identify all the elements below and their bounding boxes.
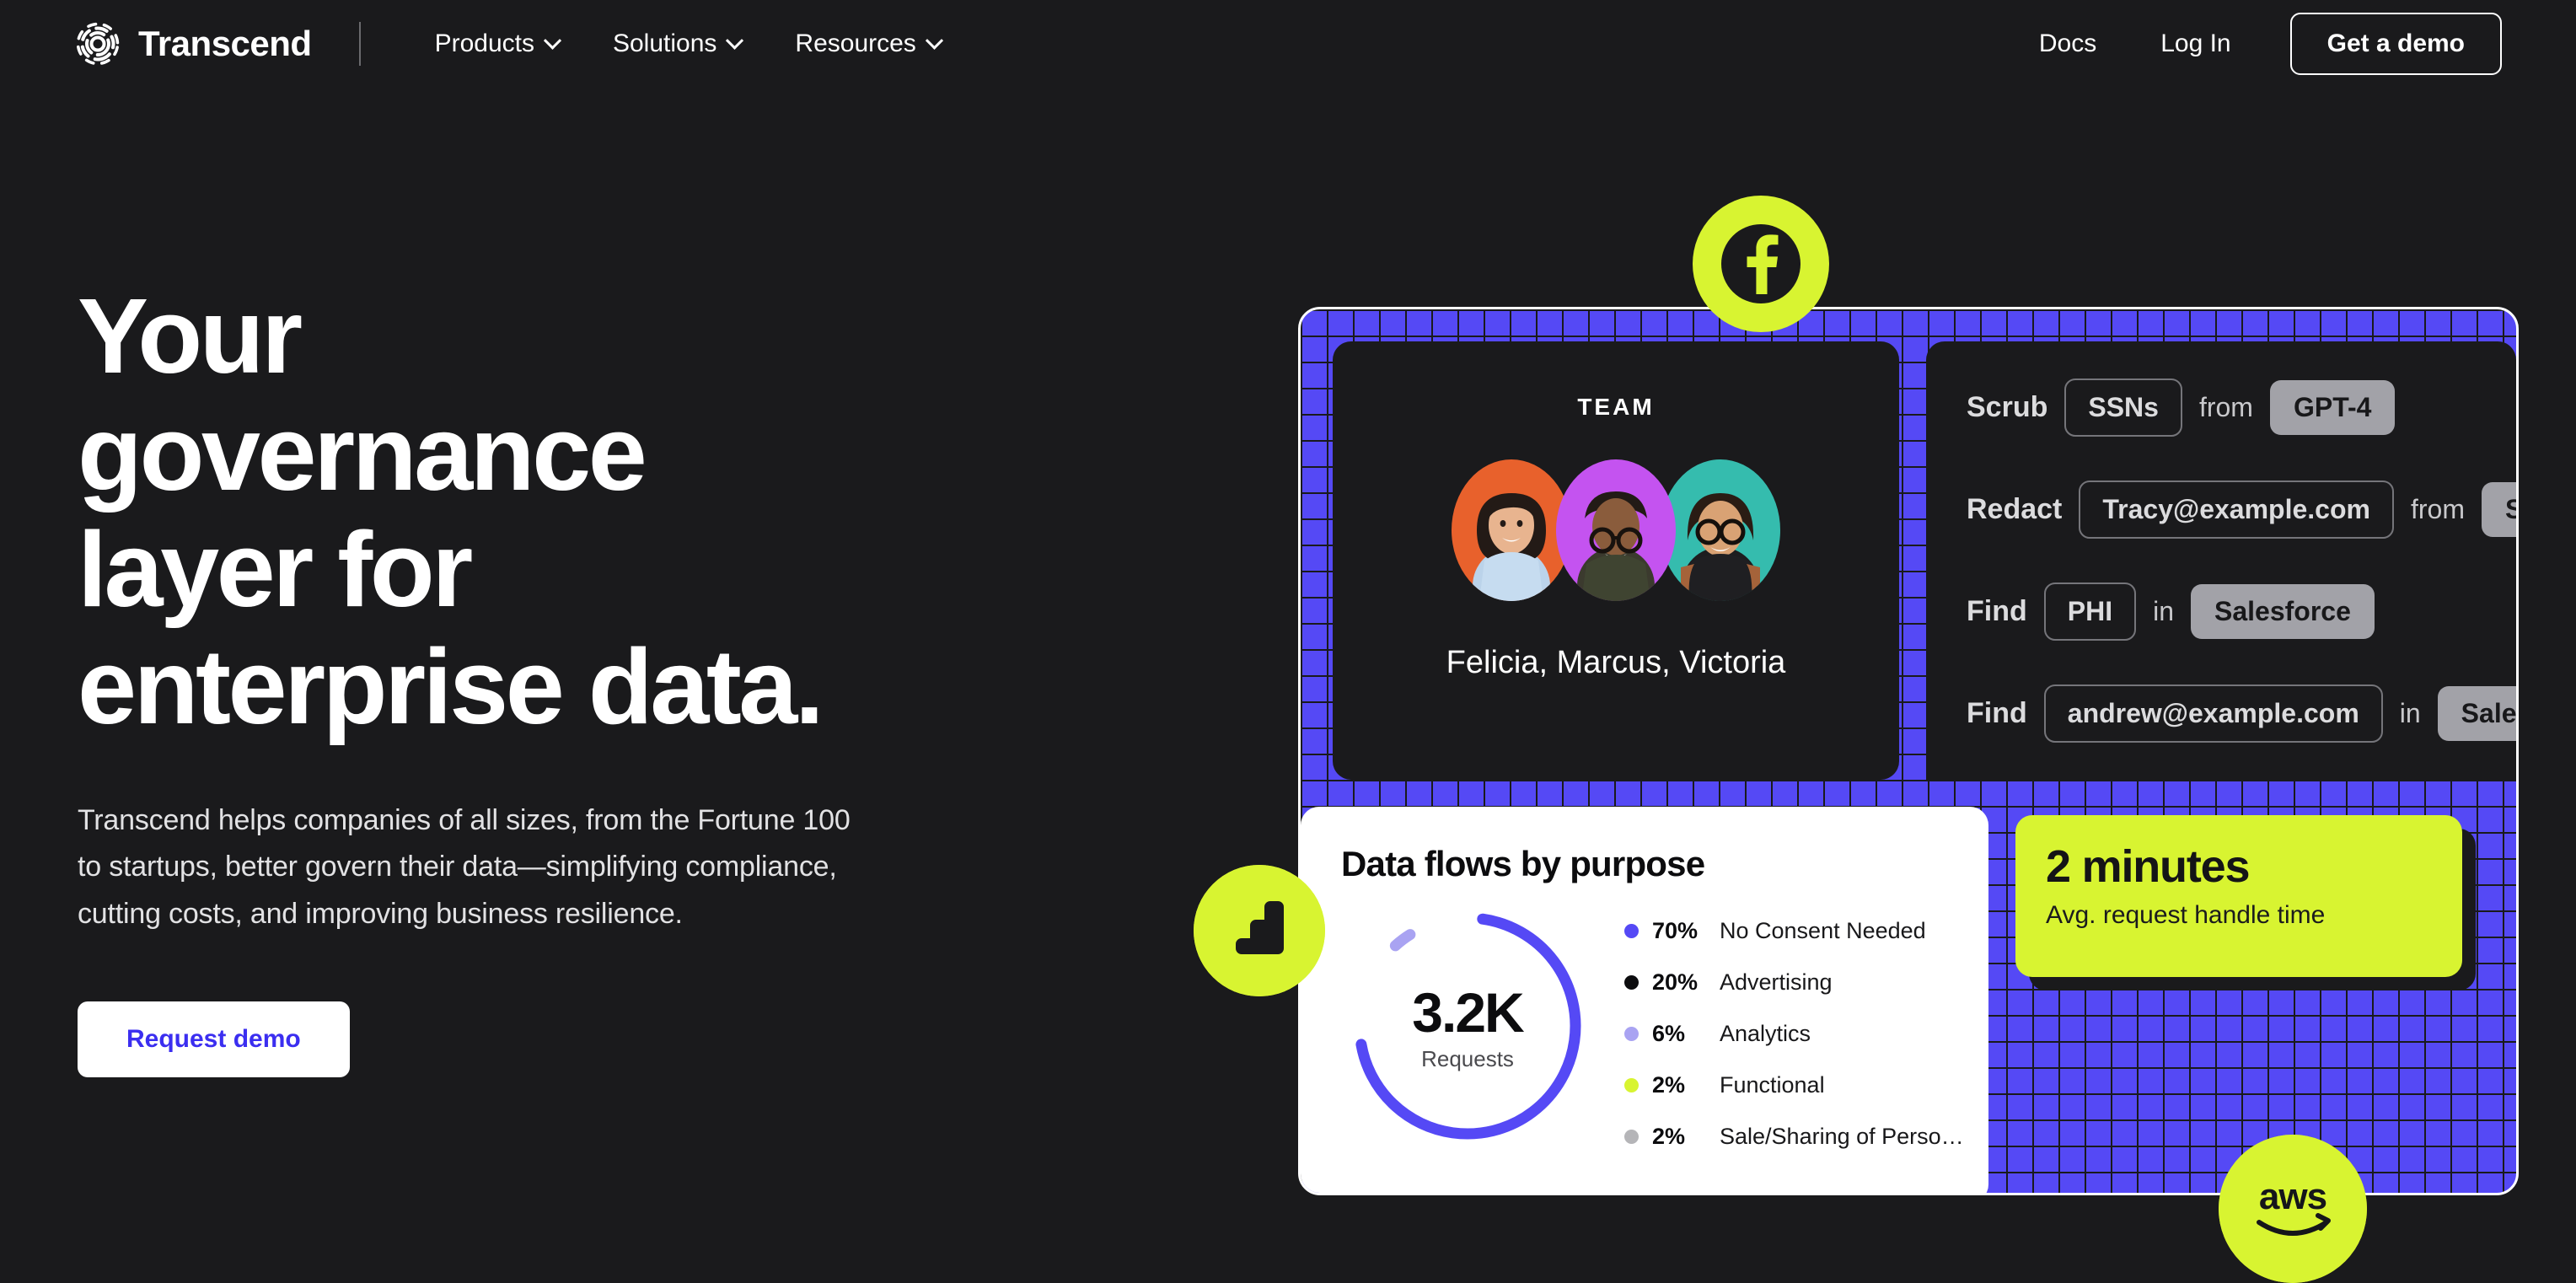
brand-name: Transcend xyxy=(138,24,312,63)
legend-value: 2% xyxy=(1652,1072,1686,1098)
avatar xyxy=(1556,459,1676,601)
chart-legend: 70% No Consent Needed 20% Advertising 6%… xyxy=(1624,918,1964,1175)
page-title: Your governance layer for enterprise dat… xyxy=(78,276,971,746)
ops-verb: Scrub xyxy=(1967,391,2048,423)
ops-preposition: in xyxy=(2399,698,2421,728)
nav-link-solutions-label: Solutions xyxy=(612,30,717,57)
nav-divider xyxy=(358,22,361,66)
ops-subject-chip[interactable]: andrew@example.com xyxy=(2043,684,2383,743)
data-flows-chart-card: Data flows by purpose 3.2K Requests 70% … xyxy=(1301,807,1988,1193)
nav-link-products[interactable]: Products xyxy=(408,21,586,67)
legend-value: 2% xyxy=(1652,1124,1686,1149)
legend-color-dot xyxy=(1624,1027,1639,1041)
ops-subject-chip[interactable]: SSNs xyxy=(2064,378,2182,437)
ops-row: Redact Tracy@example.com from Slack xyxy=(1967,480,2516,539)
ops-target-chip[interactable]: Slack xyxy=(2481,482,2516,537)
ops-subject-chip[interactable]: PHI xyxy=(2043,582,2137,641)
legend-value: 70% xyxy=(1652,918,1699,943)
nav-link-solutions[interactable]: Solutions xyxy=(586,21,768,67)
facebook-badge xyxy=(1693,196,1829,332)
ops-subject-chip[interactable]: Tracy@example.com xyxy=(2079,480,2394,539)
donut-center-label: Requests xyxy=(1421,1046,1514,1071)
legend-color-dot xyxy=(1624,1078,1639,1092)
nav-link-resources-label: Resources xyxy=(795,30,916,57)
facebook-icon xyxy=(1693,196,1829,332)
chevron-down-icon xyxy=(543,31,562,50)
product-visual-panel: TEAM Felicia, Marcus, Victoria Scrub SSN… xyxy=(1298,307,2519,1195)
donut-center-value: 3.2K xyxy=(1412,981,1524,1044)
nav-link-resources[interactable]: Resources xyxy=(768,21,967,67)
ops-preposition: from xyxy=(2198,392,2253,422)
analytics-badge xyxy=(1194,865,1325,996)
aws-icon: aws xyxy=(2219,1135,2367,1283)
bar-steps-icon xyxy=(1194,865,1325,996)
legend-color-dot xyxy=(1624,975,1639,990)
ops-verb: Find xyxy=(1967,595,2027,627)
ops-preposition: from xyxy=(2410,494,2465,524)
headline-line-3: layer for xyxy=(78,510,473,630)
stat-label: Avg. request handle time xyxy=(2046,901,2326,929)
top-navigation: Transcend Products Solutions Resources D… xyxy=(0,0,2576,88)
headline-line-4: enterprise data. xyxy=(78,626,824,746)
brand-logo[interactable]: Transcend xyxy=(76,22,312,66)
request-demo-button[interactable]: Request demo xyxy=(78,1001,350,1077)
legend-label: Sale/Sharing of Perso… xyxy=(1720,1124,1964,1149)
nav-link-docs[interactable]: Docs xyxy=(2007,21,2128,67)
legend-label: Analytics xyxy=(1720,1021,1811,1046)
chevron-down-icon xyxy=(726,31,744,50)
svg-text:aws: aws xyxy=(2259,1176,2326,1217)
ops-preposition: in xyxy=(2153,596,2175,626)
ops-target-chip[interactable]: Salesforce xyxy=(2191,584,2375,639)
legend-color-dot xyxy=(1624,1130,1639,1144)
legend-item: 6% Analytics xyxy=(1624,1021,1964,1047)
ops-target-chip[interactable]: Salesforce xyxy=(2437,686,2516,741)
legend-color-dot xyxy=(1624,924,1639,938)
nav-link-login[interactable]: Log In xyxy=(2128,21,2262,67)
team-card-label: TEAM xyxy=(1577,394,1655,420)
hero-subcopy: Transcend helps companies of all sizes, … xyxy=(78,804,851,930)
legend-item: 70% No Consent Needed xyxy=(1624,918,1964,944)
chart-title: Data flows by purpose xyxy=(1341,844,1705,883)
ops-verb: Redact xyxy=(1967,493,2063,525)
secondary-nav-links: Docs Log In Get a demo xyxy=(2007,13,2502,75)
legend-label: Advertising xyxy=(1720,969,1833,995)
aws-badge: aws xyxy=(2219,1135,2367,1283)
transcend-rings-logo-icon xyxy=(76,22,120,66)
stat-value: 2 minutes xyxy=(2046,841,2250,892)
ops-row: Scrub SSNs from GPT-4 xyxy=(1967,378,2516,437)
avatar xyxy=(1661,459,1780,601)
legend-value: 20% xyxy=(1652,969,1699,995)
hero-content: Your governance layer for enterprise dat… xyxy=(78,276,971,1077)
team-avatars xyxy=(1452,459,1780,601)
chevron-down-icon xyxy=(925,31,943,50)
headline-line-1: Your xyxy=(78,276,303,395)
primary-nav-links: Products Solutions Resources xyxy=(408,21,968,67)
legend-item: 20% Advertising xyxy=(1624,969,1964,996)
legend-label: Functional xyxy=(1720,1072,1825,1098)
ops-target-chip[interactable]: GPT-4 xyxy=(2269,380,2396,435)
handle-time-stat-card: 2 minutes Avg. request handle time xyxy=(2015,815,2462,977)
data-operations-panel: Scrub SSNs from GPT-4 Redact Tracy@examp… xyxy=(1926,341,2516,780)
ops-row: Find PHI in Salesforce xyxy=(1967,582,2516,641)
headline-line-2: governance xyxy=(78,393,647,513)
donut-chart: 3.2K Requests xyxy=(1341,899,1594,1152)
avatar xyxy=(1452,459,1571,601)
ops-row: Find andrew@example.com in Salesforce xyxy=(1967,684,2516,743)
team-card-names: Felicia, Marcus, Victoria xyxy=(1446,645,1786,680)
legend-item: 2% Functional xyxy=(1624,1072,1964,1098)
ops-verb: Find xyxy=(1967,697,2027,729)
nav-link-products-label: Products xyxy=(434,30,534,57)
get-a-demo-button[interactable]: Get a demo xyxy=(2289,13,2502,75)
donut-center-stat: 3.2K Requests xyxy=(1341,980,1594,1072)
team-card: TEAM Felicia, Marcus, Victoria xyxy=(1333,341,1899,780)
legend-item: 2% Sale/Sharing of Perso… xyxy=(1624,1124,1964,1150)
legend-value: 6% xyxy=(1652,1021,1686,1046)
legend-label: No Consent Needed xyxy=(1720,918,1926,943)
